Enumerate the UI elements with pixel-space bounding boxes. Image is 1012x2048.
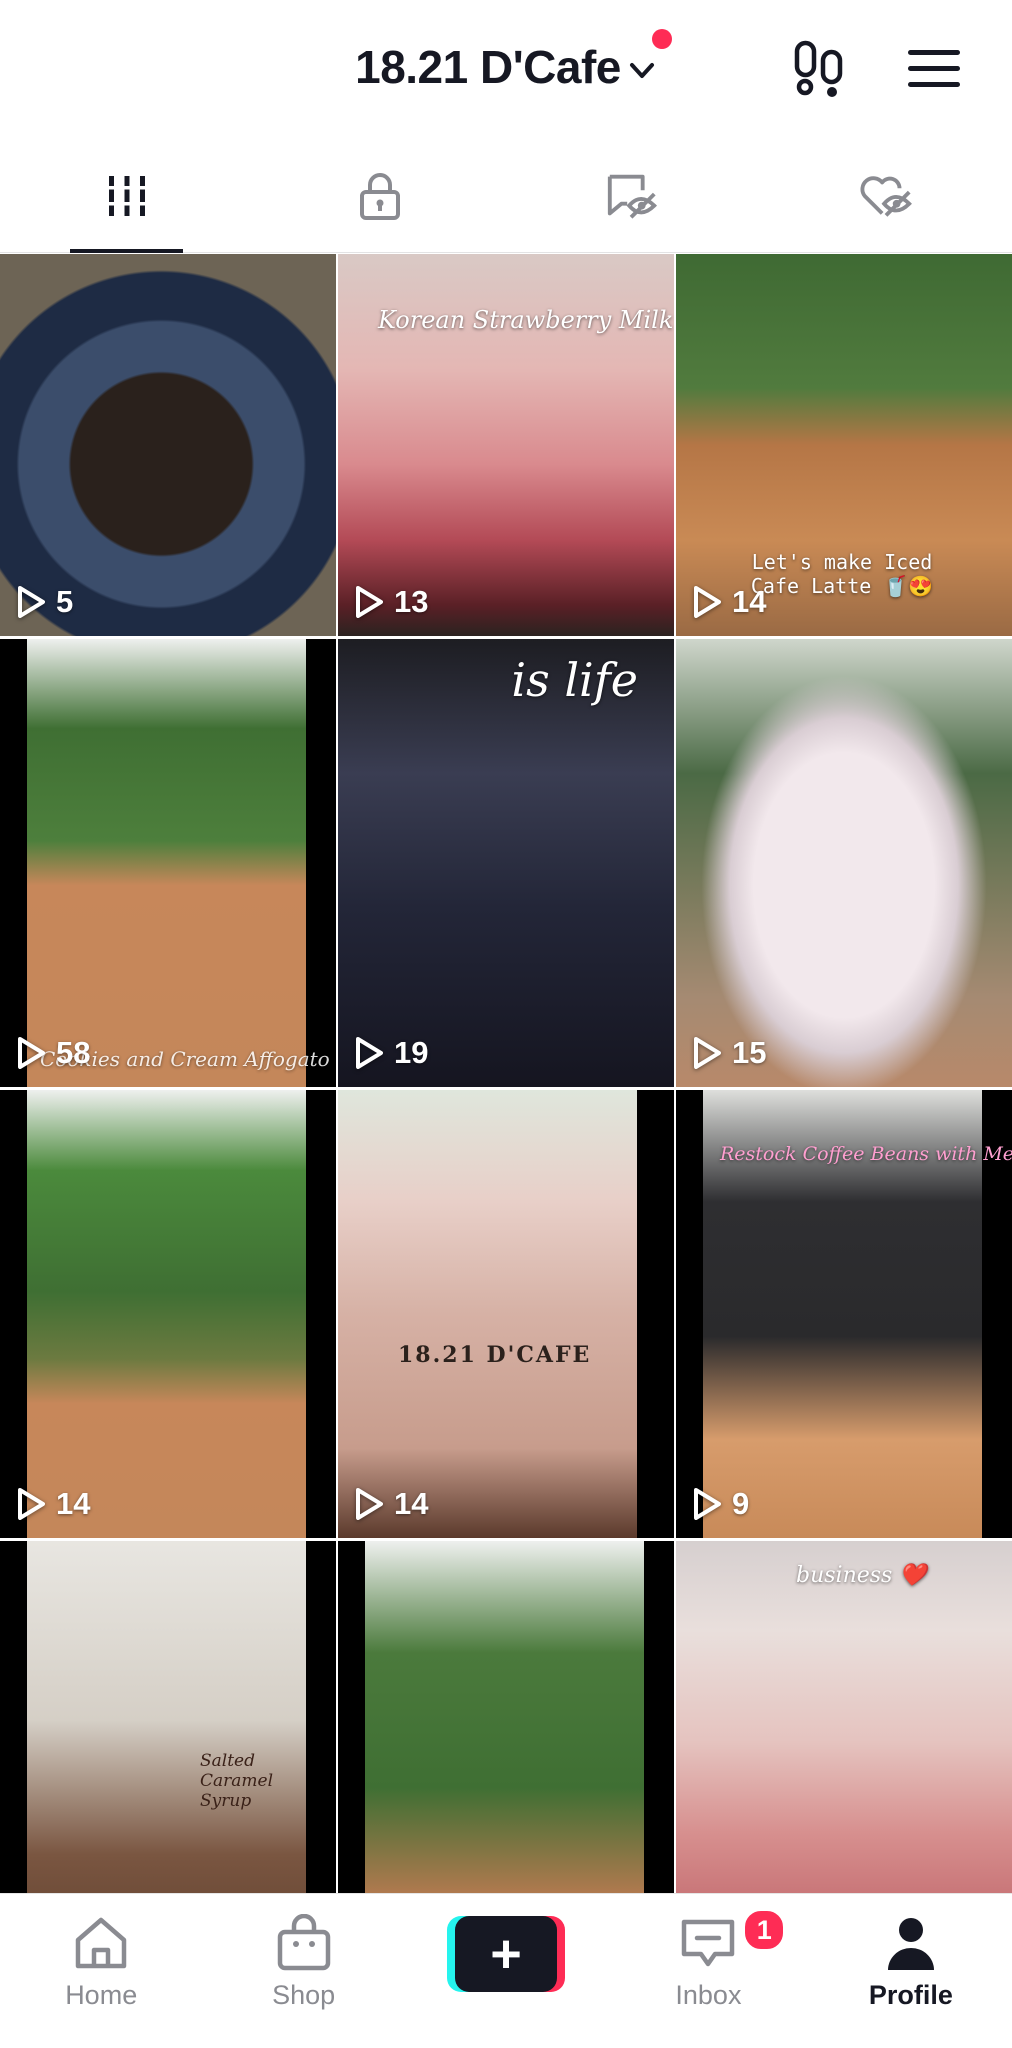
menu-icon[interactable] bbox=[906, 44, 962, 94]
nav-inbox[interactable]: Inbox 1 bbox=[607, 1894, 809, 2048]
play-icon bbox=[18, 586, 45, 618]
account-switcher[interactable]: 18.21 D'Cafe bbox=[0, 40, 1012, 94]
video-tile[interactable]: Cookies and Cream Affogato 58 bbox=[0, 639, 336, 1087]
video-tile[interactable]: is life 19 bbox=[338, 639, 674, 1087]
view-count: 58 bbox=[16, 1035, 90, 1071]
view-count: 14 bbox=[692, 584, 766, 620]
view-count: 9 bbox=[692, 1486, 749, 1522]
view-count: 14 bbox=[354, 1486, 428, 1522]
nav-home[interactable]: Home bbox=[0, 1894, 202, 2048]
grid-icon bbox=[104, 176, 149, 216]
video-thumbnail bbox=[0, 1090, 336, 1538]
video-tile[interactable]: Let's make Iced Cafe Latte 🥤😍 14 bbox=[676, 254, 1012, 636]
video-thumbnail bbox=[676, 1541, 1012, 1894]
video-caption: business ❤️ bbox=[796, 1563, 927, 1588]
inbox-icon bbox=[682, 1919, 735, 1967]
plus-icon: + bbox=[455, 1916, 558, 1992]
nav-profile[interactable]: Profile bbox=[810, 1894, 1012, 2048]
chevron-down-icon[interactable] bbox=[627, 55, 657, 85]
view-count: 13 bbox=[354, 584, 428, 620]
video-thumbnail bbox=[676, 639, 1012, 1087]
video-tile[interactable]: business ❤️ bbox=[676, 1541, 1012, 1894]
video-grid: 5 Korean Strawberry Milk 🍓 13 Let's make… bbox=[0, 254, 1012, 1894]
video-tile[interactable] bbox=[338, 1541, 674, 1894]
lock-icon bbox=[359, 173, 400, 220]
nav-profile-label: Profile bbox=[868, 1980, 953, 2010]
play-icon bbox=[694, 586, 721, 618]
video-tile[interactable]: 15 bbox=[676, 639, 1012, 1087]
video-tile[interactable]: 5 bbox=[0, 254, 336, 636]
video-thumbnail bbox=[338, 1090, 674, 1538]
play-icon bbox=[694, 1037, 721, 1069]
video-caption: Korean Strawberry Milk 🍓 bbox=[378, 306, 674, 334]
profile-tabs bbox=[0, 140, 1012, 253]
view-count: 14 bbox=[16, 1486, 90, 1522]
play-icon bbox=[18, 1488, 45, 1520]
video-tile[interactable]: 14 bbox=[0, 1090, 336, 1538]
footprint-icon[interactable] bbox=[792, 40, 848, 98]
play-icon bbox=[18, 1037, 45, 1069]
video-caption: is life bbox=[511, 653, 638, 707]
video-tile[interactable]: 18.21 D'CAFE 14 bbox=[338, 1090, 674, 1538]
create-button[interactable]: + bbox=[447, 1916, 566, 1992]
heart-hidden-icon bbox=[860, 176, 912, 217]
nav-home-label: Home bbox=[65, 1980, 138, 2010]
account-name[interactable]: 18.21 D'Cafe bbox=[355, 40, 621, 94]
repost-hidden-icon bbox=[607, 174, 657, 219]
nav-inbox-label: Inbox bbox=[675, 1980, 742, 2010]
video-thumbnail bbox=[338, 1541, 674, 1894]
video-thumbnail bbox=[0, 1541, 336, 1894]
profile-header: 18.21 D'Cafe bbox=[0, 0, 1012, 140]
video-caption: 18.21 D'CAFE bbox=[398, 1342, 592, 1368]
create-container: + bbox=[405, 1894, 607, 2048]
tab-liked[interactable] bbox=[759, 140, 1012, 252]
nav-shop[interactable]: Shop bbox=[202, 1894, 404, 2048]
play-icon bbox=[356, 1037, 383, 1069]
nav-shop-label: Shop bbox=[272, 1980, 336, 2010]
active-tab-indicator bbox=[70, 249, 183, 253]
video-caption: Restock Coffee Beans with Me ☕ bbox=[720, 1143, 1012, 1165]
tab-private[interactable] bbox=[253, 140, 506, 252]
notification-dot bbox=[652, 29, 672, 49]
video-thumbnail bbox=[0, 254, 336, 636]
inbox-badge: 1 bbox=[742, 1908, 787, 1952]
play-icon bbox=[694, 1488, 721, 1520]
video-tile[interactable]: Restock Coffee Beans with Me ☕ 9 bbox=[676, 1090, 1012, 1538]
view-count: 19 bbox=[354, 1035, 428, 1071]
video-thumbnail bbox=[0, 639, 336, 1087]
tab-videos[interactable] bbox=[0, 140, 253, 253]
play-icon bbox=[356, 1488, 383, 1520]
view-count: 15 bbox=[692, 1035, 766, 1071]
home-icon bbox=[75, 1917, 127, 1969]
bottom-navigation: Home Shop + Inbox 1 Profile bbox=[0, 1893, 1012, 2048]
play-icon bbox=[356, 586, 383, 618]
profile-icon bbox=[887, 1918, 934, 1970]
video-tile[interactable]: Korean Strawberry Milk 🍓 13 bbox=[338, 254, 674, 636]
tab-reposts[interactable] bbox=[506, 140, 759, 252]
view-count: 5 bbox=[16, 584, 73, 620]
video-tile[interactable]: Salted Caramel Syrup bbox=[0, 1541, 336, 1894]
video-caption: Salted Caramel Syrup bbox=[200, 1751, 274, 1811]
shopping-bag-icon bbox=[277, 1914, 330, 1971]
